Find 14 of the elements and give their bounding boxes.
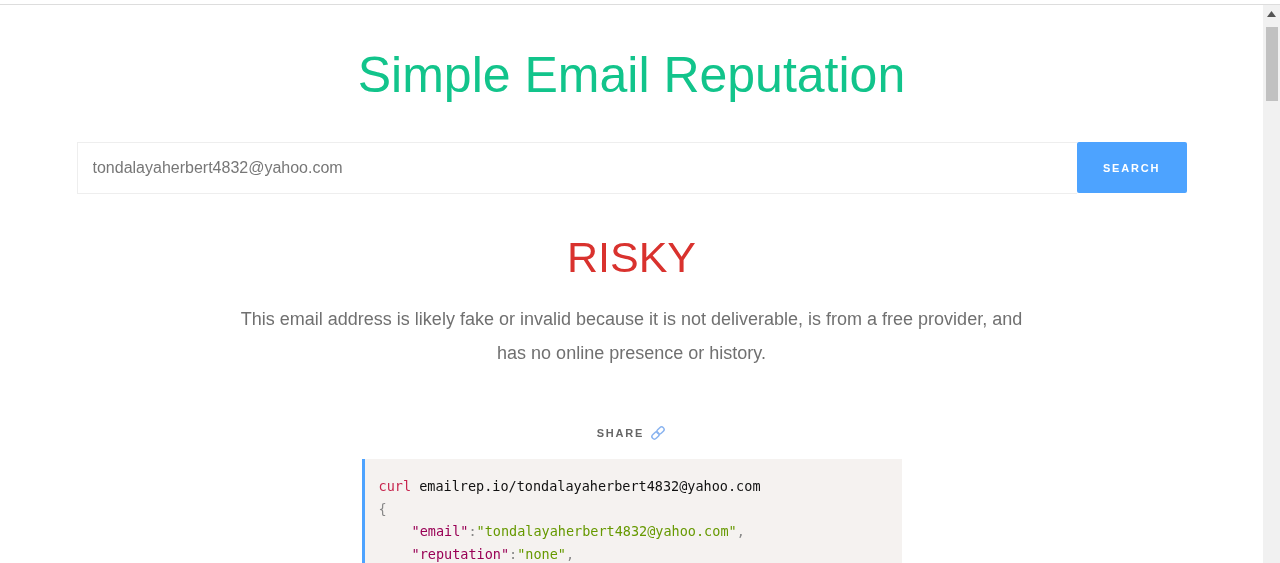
code-line: "email":"tondalayaherbert4832@yahoo.com", xyxy=(410,522,746,541)
scrollbar-thumb[interactable] xyxy=(1265,27,1278,101)
code-line: { xyxy=(378,499,388,519)
scrollbar[interactable] xyxy=(1263,5,1280,563)
verdict-label: RISKY xyxy=(566,232,696,282)
code-line: curl emailrep.io/tondalayaherbert4832@yahoo.com xyxy=(378,477,762,496)
page-title: Simple Email Reputation xyxy=(357,46,906,105)
link-icon[interactable] xyxy=(650,425,667,441)
code-line: "reputation":"none", xyxy=(410,544,576,563)
summary-text: This email address is likely fake or invalid because it is not deliverable, is from a free provider, and has no online presence or history. xyxy=(239,308,1024,365)
share-label: SHARE xyxy=(596,427,645,439)
search-button[interactable]: SEARCH xyxy=(1076,142,1187,193)
email-input-field[interactable]: tondalayaherbert4832@yahoo.com xyxy=(76,142,1077,194)
scroll-up-icon[interactable] xyxy=(1267,11,1276,17)
